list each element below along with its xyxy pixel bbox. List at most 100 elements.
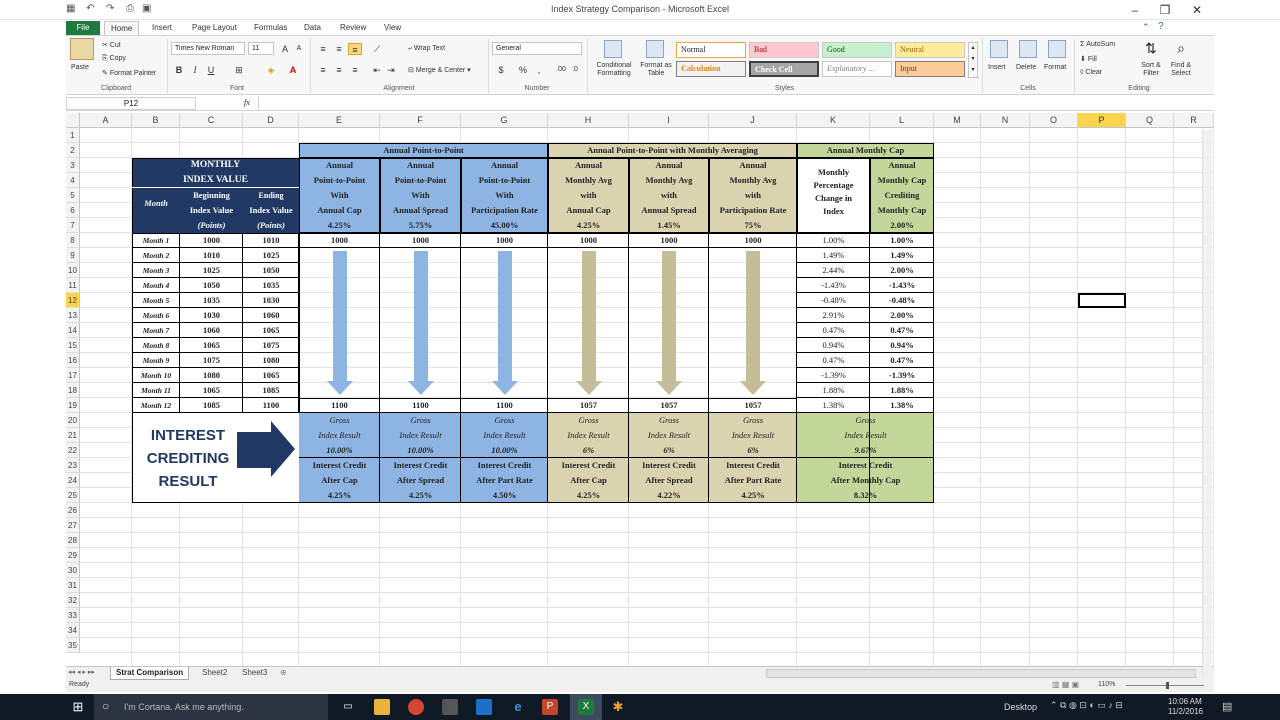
- column-header-G[interactable]: G: [461, 113, 548, 128]
- zoom-slider[interactable]: [1126, 685, 1204, 686]
- column-header-F[interactable]: F: [380, 113, 461, 128]
- tab-data[interactable]: Data: [298, 21, 327, 35]
- font-color-icon[interactable]: A: [286, 64, 300, 76]
- copy-button[interactable]: ⎘ Copy: [102, 55, 126, 63]
- conditional-formatting-button[interactable]: Conditional Formatting: [590, 62, 638, 78]
- delete-cells-icon[interactable]: [1019, 40, 1037, 58]
- column-header-L[interactable]: L: [870, 113, 934, 128]
- underline-button[interactable]: U: [204, 64, 218, 76]
- increase-decimal-icon[interactable]: .00: [554, 64, 568, 76]
- decrease-indent-icon[interactable]: ⇤: [370, 64, 384, 76]
- format-painter-button[interactable]: ✎ Format Painter: [102, 69, 156, 77]
- row-header-15[interactable]: 15: [66, 338, 80, 353]
- row-header-21[interactable]: 21: [66, 428, 80, 443]
- column-header-E[interactable]: E: [299, 113, 380, 128]
- comma-button[interactable]: ,: [532, 64, 546, 76]
- fx-icon[interactable]: fx: [244, 98, 250, 107]
- row-header-3[interactable]: 3: [66, 158, 80, 173]
- tab-formulas[interactable]: Formulas: [248, 21, 293, 35]
- row-header-13[interactable]: 13: [66, 308, 80, 323]
- worksheet-grid[interactable]: A B C D E F G H I J K L M N O P Q R 1 2 3 4 5 6 7 8 9 10 11 12 13 14 15 1…: [66, 113, 1214, 666]
- align-middle-icon[interactable]: ≡: [332, 43, 346, 55]
- column-header-C[interactable]: C: [180, 113, 243, 128]
- grow-font-icon[interactable]: A: [278, 43, 292, 55]
- merge-center-button[interactable]: ⊟ Merge & Center ▾: [408, 66, 471, 74]
- zoom-slider-thumb[interactable]: [1166, 682, 1169, 689]
- column-header-P[interactable]: P: [1078, 113, 1126, 128]
- format-cells-icon[interactable]: [1048, 40, 1066, 58]
- row-header-10[interactable]: 10: [66, 263, 80, 278]
- misc-app-icon[interactable]: ✱: [610, 699, 626, 715]
- styles-more-icon[interactable]: ▴ ▾ ▾: [968, 42, 978, 78]
- style-calculation[interactable]: Calculation: [676, 61, 746, 77]
- row-header-32[interactable]: 32: [66, 593, 80, 608]
- number-format-select[interactable]: General: [492, 42, 582, 55]
- row-header-6[interactable]: 6: [66, 203, 80, 218]
- tab-view[interactable]: View: [378, 21, 407, 35]
- bold-button[interactable]: B: [172, 64, 186, 76]
- cortana-search-box[interactable]: ○ I'm Cortana. Ask me anything.: [94, 694, 328, 720]
- format-as-table-icon[interactable]: [646, 40, 664, 58]
- style-input[interactable]: Input: [895, 61, 965, 77]
- onedrive-icon[interactable]: [476, 699, 492, 715]
- orientation-icon[interactable]: ⟋: [370, 43, 384, 55]
- view-buttons-icon[interactable]: ▥ ▦ ▣: [1052, 680, 1079, 689]
- tab-page-layout[interactable]: Page Layout: [186, 21, 243, 35]
- row-header-8[interactable]: 8: [66, 233, 80, 248]
- tab-file[interactable]: File: [66, 21, 100, 35]
- name-box[interactable]: P12: [66, 97, 196, 110]
- row-header-31[interactable]: 31: [66, 578, 80, 593]
- column-header-D[interactable]: D: [243, 113, 299, 128]
- row-header-2[interactable]: 2: [66, 143, 80, 158]
- row-header-20[interactable]: 20: [66, 413, 80, 428]
- zoom-level[interactable]: 110%: [1098, 681, 1115, 688]
- row-header-22[interactable]: 22: [66, 443, 80, 458]
- row-header-33[interactable]: 33: [66, 608, 80, 623]
- row-header-1[interactable]: 1: [66, 128, 80, 143]
- row-header-30[interactable]: 30: [66, 563, 80, 578]
- row-header-16[interactable]: 16: [66, 353, 80, 368]
- chrome-icon[interactable]: [408, 699, 424, 715]
- align-center-icon[interactable]: ≡: [332, 64, 346, 76]
- row-header-5[interactable]: 5: [66, 188, 80, 203]
- wrap-text-button[interactable]: ⤶ Wrap Text: [408, 45, 445, 53]
- paste-button[interactable]: Paste: [71, 64, 89, 71]
- selected-cell-p12[interactable]: [1078, 293, 1126, 308]
- row-header-11[interactable]: 11: [66, 278, 80, 293]
- find-select-icon[interactable]: ⌕: [1172, 40, 1190, 58]
- row-header-28[interactable]: 28: [66, 533, 80, 548]
- row-header-9[interactable]: 9: [66, 248, 80, 263]
- sheet-tab-sheet3[interactable]: Sheet3: [238, 667, 271, 680]
- column-header-M[interactable]: M: [934, 113, 981, 128]
- restore-button[interactable]: ❐: [1148, 0, 1182, 20]
- increase-indent-icon[interactable]: ⇥: [384, 64, 398, 76]
- autosum-button[interactable]: Σ AutoSum: [1080, 41, 1115, 48]
- row-header-7[interactable]: 7: [66, 218, 80, 233]
- column-header-O[interactable]: O: [1030, 113, 1078, 128]
- align-top-icon[interactable]: ≡: [316, 43, 330, 55]
- fill-button[interactable]: ⬇ Fill: [1080, 55, 1097, 63]
- column-header-R[interactable]: R: [1174, 113, 1214, 128]
- decrease-decimal-icon[interactable]: .0: [568, 64, 582, 76]
- style-check-cell[interactable]: Check Cell: [749, 61, 819, 77]
- excel-taskbar-item[interactable]: X: [570, 694, 602, 720]
- row-header-24[interactable]: 24: [66, 473, 80, 488]
- column-header-H[interactable]: H: [548, 113, 629, 128]
- style-explanatory[interactable]: Explanatory ...: [822, 61, 892, 77]
- style-neutral[interactable]: Neutral: [895, 42, 965, 58]
- column-header-A[interactable]: A: [80, 113, 132, 128]
- action-center-icon[interactable]: ▤: [1222, 700, 1232, 713]
- format-cells-button[interactable]: Format: [1044, 64, 1066, 71]
- fill-color-icon[interactable]: ◈: [264, 64, 278, 76]
- row-header-12[interactable]: 12: [66, 293, 80, 308]
- align-right-icon[interactable]: ≡: [348, 64, 362, 76]
- sheet-tab-strat-comparison[interactable]: Strat Comparison: [110, 667, 190, 680]
- align-bottom-icon[interactable]: ≡: [348, 43, 362, 55]
- tab-review[interactable]: Review: [334, 21, 372, 35]
- windows-start-icon[interactable]: ⊞: [70, 699, 86, 715]
- sheet-tab-sheet2[interactable]: Sheet2: [198, 667, 231, 680]
- select-all-corner[interactable]: [66, 113, 80, 128]
- row-header-18[interactable]: 18: [66, 383, 80, 398]
- task-view-icon[interactable]: ▭: [340, 699, 356, 715]
- borders-icon[interactable]: ⊞: [232, 64, 246, 76]
